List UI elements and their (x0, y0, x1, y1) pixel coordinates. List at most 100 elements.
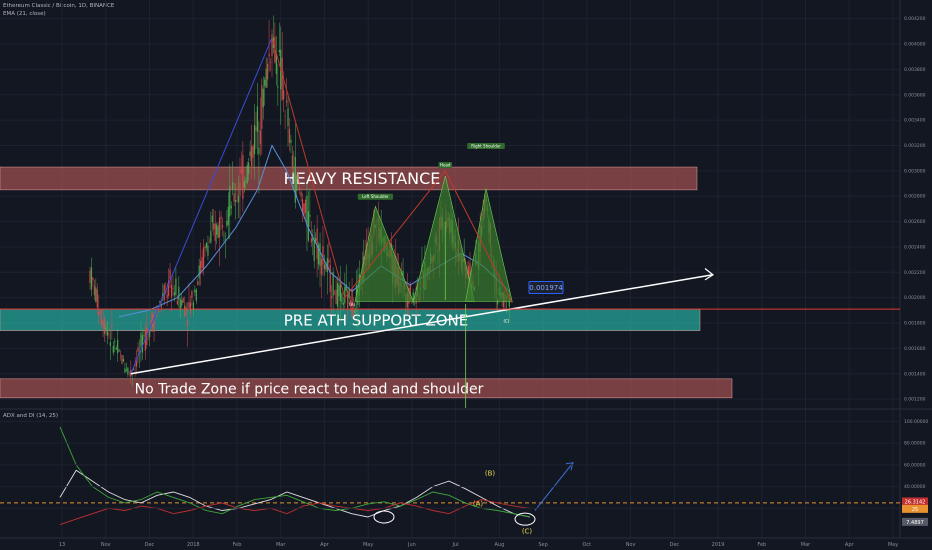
adx-wave-label: (A) (473, 500, 484, 508)
left-shoulder-label: Left Shoulder (362, 194, 389, 199)
candle-body (221, 225, 224, 228)
candle-body (248, 162, 250, 174)
candle-body (304, 200, 307, 213)
time-tick-label: 2019 (712, 542, 725, 548)
candle-body (195, 289, 197, 301)
candle-body (98, 312, 100, 316)
adx-wave-label: (C) (522, 527, 533, 535)
time-tick-label: Nov (626, 542, 636, 548)
candle-body (198, 265, 200, 279)
candle-body (143, 335, 145, 336)
candle-body (262, 88, 264, 108)
price-tick-label: 0.002800 (904, 194, 926, 200)
candle-body (285, 100, 288, 103)
time-tick-label: Feb (233, 542, 242, 548)
candle-body (96, 289, 98, 308)
candle-body (214, 223, 216, 241)
candle-body (112, 345, 114, 353)
candle-body (173, 292, 176, 296)
candle-body (291, 155, 293, 169)
candle-body (297, 173, 299, 180)
candle-body (93, 285, 95, 296)
adx-circle-right (514, 512, 536, 526)
candle-body (106, 331, 109, 336)
candle-body (505, 311, 508, 313)
candle-body (232, 182, 234, 190)
adx-value-label: 7.4897 (906, 520, 924, 526)
candle-body (194, 289, 196, 293)
price-tick-label: 0.001800 (904, 321, 926, 327)
candle-body (310, 238, 312, 243)
candle-body (283, 90, 285, 100)
time-tick-label: May (363, 542, 373, 548)
wave-a-label: (A) (349, 302, 355, 307)
candle-body (277, 86, 279, 88)
time-tick-label: Mar (276, 542, 286, 548)
candle-body (249, 151, 251, 157)
candle-body (290, 139, 292, 143)
time-tick-label: Apr (320, 542, 330, 548)
candle-body (335, 289, 337, 304)
candle-body (246, 165, 248, 184)
candle-body (217, 226, 219, 239)
candle-body (128, 371, 130, 373)
candle-body (242, 155, 244, 199)
trend-arrow-head (704, 268, 715, 281)
candle-body (252, 145, 254, 158)
candle-body (188, 301, 190, 308)
candle-body (256, 106, 259, 133)
candle-body (189, 302, 192, 314)
candle-body (322, 245, 324, 265)
candle-body (95, 287, 97, 302)
candle-body (160, 305, 162, 308)
candle-body (323, 264, 326, 269)
candle-body (255, 127, 257, 131)
candle-body (178, 286, 180, 300)
time-axis: 13 Nov Dec 2018 Feb Mar Apr May Jun Jul Aug Sep Oct N… (59, 542, 898, 548)
adx-tick-label: 60.00000 (904, 462, 926, 468)
zone-label-no-trade: No Trade Zone if price react to head and… (135, 381, 484, 397)
candle-body (122, 359, 125, 362)
candle-body (306, 195, 308, 227)
candle-body (229, 185, 231, 217)
candle-body (124, 368, 126, 373)
candle-body (102, 320, 104, 329)
candle-body (204, 246, 206, 249)
candle-body (230, 205, 232, 209)
series-diplus (59, 426, 531, 518)
candle-body (140, 332, 142, 347)
candle-body (175, 278, 177, 295)
candle-body (319, 243, 321, 267)
candle-body (287, 108, 289, 127)
candle-body (293, 171, 295, 175)
candle-body (205, 242, 208, 248)
price-axis: 0.004200 0.004000 0.003800 0.003600 0.003400… (904, 16, 926, 402)
price-tick-label: 0.004000 (904, 42, 926, 48)
candle-body (236, 194, 238, 195)
candle-body (265, 68, 267, 88)
wave-c-label: (C) (503, 318, 509, 323)
time-tick-label: May (888, 542, 898, 548)
candle-body (220, 216, 222, 219)
candle-body (115, 347, 117, 350)
candle-body (211, 215, 213, 223)
zone-label-pre-ath-support: PRE ATH SUPPORT ZONE (284, 311, 468, 329)
chart-canvas[interactable]: HEAVY RESISTANCEPRE ATH SUPPORT ZONENo T… (0, 0, 932, 550)
candle-body (315, 237, 317, 242)
candle-body (197, 281, 199, 285)
right-shoulder-label: Right Shoulder (471, 143, 501, 148)
price-tick-label: 0.001200 (904, 397, 926, 403)
adx-circle-left (373, 510, 395, 524)
right-shoulder-triangle (465, 188, 513, 302)
head-label: Head (440, 162, 451, 167)
price-tick-label: 0.002000 (904, 295, 926, 301)
candle-body (184, 305, 186, 317)
candle-body (191, 291, 193, 298)
current-price-label: 0.001974 (529, 284, 563, 292)
candle-body (141, 335, 144, 353)
candle-body (296, 175, 298, 191)
candle-body (338, 284, 340, 297)
adx-wave-label: (B) (485, 470, 496, 478)
price-tick-label: 0.002400 (904, 244, 926, 250)
candle-body (251, 146, 253, 166)
